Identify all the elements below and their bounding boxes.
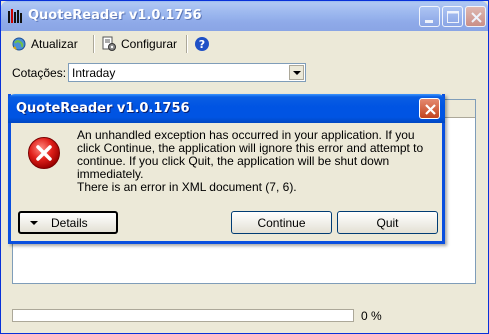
progress-label: 0 % — [361, 309, 382, 323]
toolbar-separator — [93, 35, 95, 53]
svg-text:?: ? — [199, 38, 205, 51]
dialog-detail: There is an error in XML document (7, 6)… — [77, 180, 297, 194]
help-button[interactable]: ? — [194, 34, 214, 54]
minimize-button[interactable] — [419, 6, 440, 27]
details-label: Details — [51, 215, 88, 230]
help-icon: ? — [195, 37, 209, 51]
dialog-close-button[interactable] — [419, 98, 440, 119]
bar-chart-icon — [7, 8, 23, 24]
toolbar-separator — [186, 35, 188, 53]
configure-button[interactable]: Configurar — [101, 34, 177, 54]
refresh-globe-icon — [12, 37, 26, 51]
dialog-message: An unhandled exception has occurred in y… — [77, 128, 424, 181]
configure-label: Configurar — [121, 37, 178, 51]
error-dialog: QuoteReader v1.0.1756 An unhandled excep… — [8, 94, 445, 244]
window-title: QuoteReader v1.0.1756 — [28, 8, 202, 23]
error-icon — [28, 137, 60, 169]
chevron-down-icon — [30, 220, 38, 225]
quotes-select[interactable]: Intraday — [68, 63, 306, 82]
chevron-down-icon[interactable] — [289, 65, 304, 80]
update-label: Atualizar — [31, 37, 78, 51]
close-icon — [425, 104, 436, 115]
update-button[interactable]: Atualizar — [11, 34, 78, 54]
close-button[interactable] — [465, 6, 486, 27]
progress-bar — [12, 309, 354, 322]
continue-button[interactable]: Continue — [231, 211, 332, 234]
quotes-label: Cotações: — [12, 66, 67, 80]
maximize-button[interactable] — [442, 6, 463, 27]
dialog-title: QuoteReader v1.0.1756 — [16, 101, 190, 116]
continue-label: Continue — [257, 215, 306, 230]
quit-label: Quit — [376, 215, 399, 230]
details-button[interactable]: Details — [18, 211, 118, 234]
main-titlebar[interactable]: QuoteReader v1.0.1756 — [1, 1, 488, 31]
dialog-titlebar[interactable]: QuoteReader v1.0.1756 — [8, 94, 445, 123]
quotes-selected-value: Intraday — [72, 66, 116, 80]
quit-button[interactable]: Quit — [337, 211, 438, 234]
toolbar: Atualizar Configurar ? — [5, 32, 486, 56]
settings-document-icon — [102, 36, 116, 51]
